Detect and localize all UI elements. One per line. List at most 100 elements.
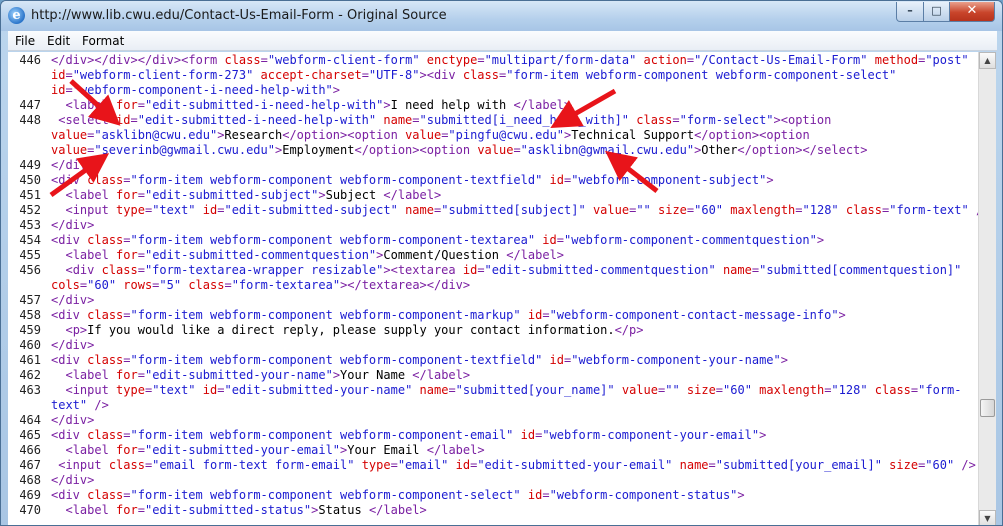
code-token: "" bbox=[665, 383, 680, 397]
line-code: cols="60" rows="5" class="form-textarea"… bbox=[51, 278, 470, 293]
code-token: "multipart/form-data" bbox=[484, 53, 637, 67]
source-line: 452 <input type="text" id="edit-submitte… bbox=[8, 203, 978, 218]
line-code: </div></div></div><form class="webform-c… bbox=[51, 53, 969, 68]
code-token: > bbox=[87, 293, 95, 307]
code-token: id bbox=[51, 83, 66, 97]
code-token: = bbox=[412, 113, 420, 127]
code-token: value bbox=[51, 128, 88, 142]
code-token: > bbox=[636, 323, 644, 337]
code-token: = bbox=[123, 233, 131, 247]
code-token: = bbox=[542, 488, 550, 502]
code-token: value bbox=[477, 143, 514, 157]
line-number: 468 bbox=[19, 473, 41, 487]
code-token: "asklibn@gwmail.cwu.edu" bbox=[520, 143, 695, 157]
menu-format[interactable]: Format bbox=[82, 34, 124, 48]
scroll-down-arrow-icon[interactable]: ▼ bbox=[979, 510, 996, 525]
code-token: size bbox=[881, 458, 919, 472]
code-token: option bbox=[766, 128, 810, 142]
line-number: 461 bbox=[19, 353, 41, 367]
line-code: <div class="form-item webform-component … bbox=[51, 308, 846, 323]
code-token: div bbox=[108, 53, 131, 67]
scrollbar-thumb[interactable] bbox=[980, 399, 995, 417]
code-token: "edit-submitted-your-email" bbox=[144, 443, 341, 457]
code-token: "asklibn@cwu.edu" bbox=[94, 128, 218, 142]
line-code: <label for="edit-submitted-commentquesti… bbox=[51, 248, 564, 263]
source-code-pane[interactable]: 446 </div></div></div><form class="webfor… bbox=[8, 52, 978, 525]
source-line: text" /> bbox=[8, 398, 978, 413]
code-token: /> bbox=[954, 458, 976, 472]
code-token: "edit-submitted-status" bbox=[144, 503, 312, 517]
line-number: 467 bbox=[19, 458, 41, 472]
line-code: <div class="form-textarea-wrapper resiza… bbox=[51, 263, 961, 278]
code-token: div bbox=[433, 68, 463, 82]
source-line: 448 <select id="edit-submitted-i-need-he… bbox=[8, 113, 978, 128]
code-token: </ bbox=[737, 143, 752, 157]
code-token: = bbox=[65, 83, 73, 97]
close-button[interactable]: ✕ bbox=[949, 2, 995, 22]
code-token: "text" bbox=[152, 383, 196, 397]
code-token: rows bbox=[116, 278, 153, 292]
source-line: 460 </div> bbox=[8, 338, 978, 353]
code-token: </ bbox=[426, 443, 442, 457]
code-token: label bbox=[441, 443, 478, 457]
line-code: </div> bbox=[51, 158, 94, 173]
code-token: >< bbox=[340, 128, 355, 142]
code-token: div bbox=[65, 293, 88, 307]
code-token: "form-item webform-component webform-com… bbox=[506, 68, 897, 82]
code-token: "webform-client-form-273" bbox=[72, 68, 254, 82]
code-token: option bbox=[787, 113, 832, 127]
source-line: 447 <label for="edit-submitted-i-need-he… bbox=[8, 98, 978, 113]
menu-file[interactable]: File bbox=[15, 34, 35, 48]
code-token: label bbox=[72, 443, 117, 457]
code-token: </ bbox=[51, 338, 66, 352]
code-token: > bbox=[737, 488, 745, 502]
source-line: 467 <input class = "email form-text form-e… bbox=[8, 458, 978, 473]
code-token: = bbox=[795, 203, 803, 217]
code-token: = bbox=[137, 98, 145, 112]
code-token: Technical Support bbox=[571, 128, 695, 142]
code-token: </ bbox=[614, 323, 630, 337]
code-token: < bbox=[51, 203, 73, 217]
code-token: < bbox=[51, 368, 73, 382]
code-token: ></ bbox=[419, 278, 442, 292]
line-number: 464 bbox=[19, 413, 41, 427]
vertical-scrollbar[interactable]: ▲ ▼ bbox=[978, 52, 996, 525]
code-token: </ bbox=[51, 293, 66, 307]
line-number: 466 bbox=[19, 443, 41, 457]
code-token: name bbox=[376, 113, 413, 127]
line-code: <input class = "email form-text form-email… bbox=[51, 458, 976, 473]
line-code: <label for="edit-submitted-your-email">Y… bbox=[51, 443, 484, 458]
source-line: 461 <div class="form-item webform-compone… bbox=[8, 353, 978, 368]
minimize-button[interactable]: – bbox=[896, 2, 924, 22]
maximize-button[interactable]: □ bbox=[923, 2, 950, 22]
code-token: for bbox=[116, 98, 138, 112]
menu-edit[interactable]: Edit bbox=[47, 34, 70, 48]
code-token: = bbox=[390, 458, 398, 472]
line-code: <label for="edit-submitted-subject">Subj… bbox=[51, 188, 441, 203]
line-code: <p > If you would like a direct reply, ple… bbox=[51, 323, 643, 338]
code-token: ></ bbox=[87, 53, 109, 67]
title-bar[interactable]: e http://www.lib.cwu.edu/Contact-Us-Emai… bbox=[1, 1, 1002, 31]
code-token: div bbox=[65, 473, 88, 487]
code-token: "edit-submitted-commentquestion" bbox=[484, 263, 716, 277]
scroll-up-arrow-icon[interactable]: ▲ bbox=[979, 52, 996, 69]
line-code: </div> bbox=[51, 413, 94, 428]
code-token: >< bbox=[751, 128, 767, 142]
source-line: 449 </div> bbox=[8, 158, 978, 173]
code-token: >< bbox=[419, 68, 434, 82]
code-token: "webform-component-your-name" bbox=[571, 353, 781, 367]
code-token: "email" bbox=[397, 458, 449, 472]
code-token: > bbox=[462, 368, 471, 382]
code-token: "form-textarea" bbox=[231, 278, 341, 292]
line-code: <label for="edit-submitted-i-need-help-w… bbox=[51, 98, 571, 113]
line-number: 462 bbox=[19, 368, 41, 382]
code-token: div bbox=[58, 233, 88, 247]
code-token: > bbox=[759, 428, 767, 442]
code-token: input bbox=[65, 458, 109, 472]
code-token: = bbox=[715, 383, 724, 397]
code-token: option bbox=[354, 128, 406, 142]
code-token: ></ bbox=[795, 143, 817, 157]
code-token: id bbox=[195, 383, 218, 397]
line-number: 460 bbox=[19, 338, 41, 352]
code-token: Employment bbox=[282, 143, 355, 157]
